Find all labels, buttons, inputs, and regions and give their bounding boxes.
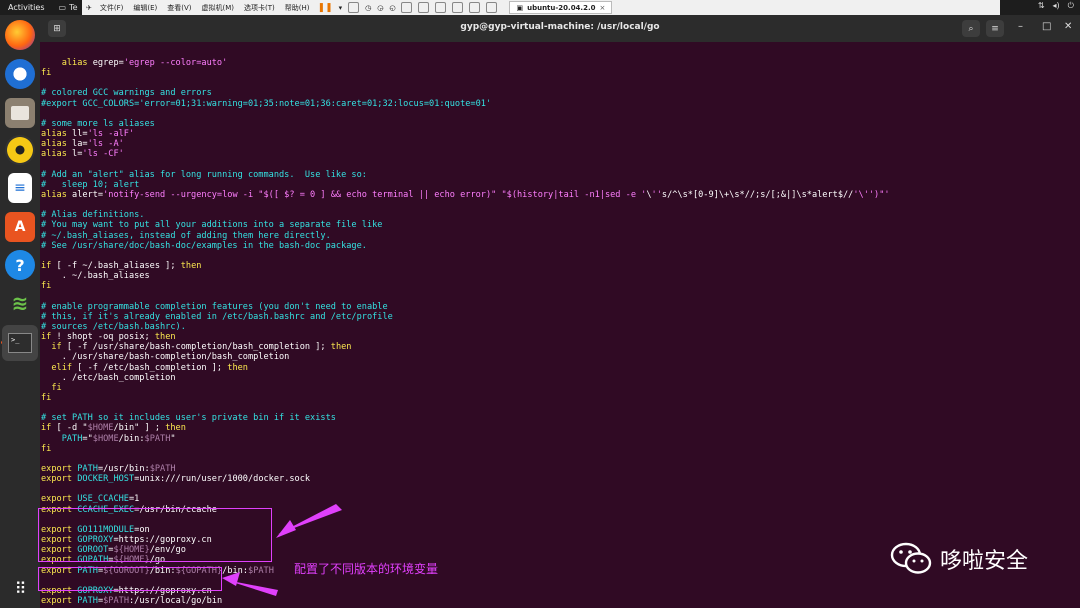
arrow-lower-head xyxy=(222,572,240,586)
wechat-icon xyxy=(890,542,932,574)
annotation-arrows xyxy=(222,504,342,596)
annotation-text: 配置了不同版本的环境变量 xyxy=(294,562,439,576)
arrow-upper-head xyxy=(276,520,296,538)
watermark: 哆啦安全 xyxy=(890,542,1028,576)
watermark-text: 哆啦安全 xyxy=(940,549,1029,574)
